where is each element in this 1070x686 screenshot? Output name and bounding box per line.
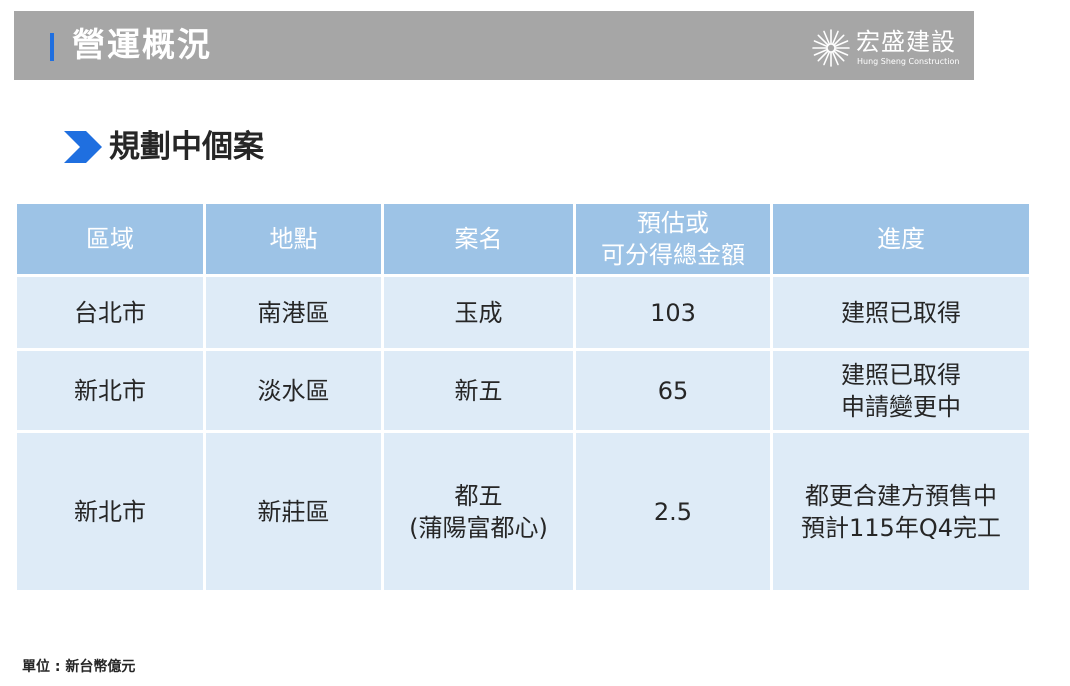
cell-text-line: 2.5 — [653, 497, 693, 526]
table-body: 台北市 南港區 玉成 103 建照已取得 新北市 淡水區 新五 65 建照已取得 申請變更中 新北市新… — [14, 274, 1032, 593]
cell-text-line: 建照已取得 — [841, 360, 961, 389]
section-title: 規劃中個案 — [109, 129, 264, 165]
header-accent-bar — [50, 33, 54, 61]
company-logo: 宏盛建設 Hung Sheng Construction — [810, 23, 960, 71]
header-text-line: 地點 — [269, 225, 318, 253]
cell-text-line: 申請變更中 — [841, 392, 961, 421]
cell-text-line: 南港區 — [257, 298, 330, 327]
cell-estimated-amount: 65 — [573, 348, 773, 433]
cell-region: 新北市 — [14, 348, 206, 433]
header-progress: 進度 — [770, 201, 1032, 277]
cell-project-name: 都五 (蒲陽富都心) — [381, 430, 576, 593]
header-text-line: 區域 — [86, 225, 134, 253]
cell-text-line: 都更合建方預售中 — [805, 481, 997, 510]
header-region: 區域 — [14, 201, 206, 277]
header-estimated-amount: 預估或 可分得總金額 — [573, 201, 773, 277]
sunburst-logo-icon — [812, 29, 850, 67]
cell-text-line: 台北市 — [74, 298, 146, 327]
cell-progress: 建照已取得 — [770, 274, 1032, 351]
cell-text-line: 65 — [657, 376, 689, 405]
table-row: 新北市 新莊區 都五 (蒲陽富都心) 2.5 都更合建方預售中 預計115年Q4完工 — [14, 430, 1032, 593]
cell-text-line: 都五 — [454, 481, 503, 510]
header-text-line: 進度 — [877, 225, 925, 253]
cell-progress: 建照已取得申請變更中 — [770, 348, 1032, 433]
cell-location: 新莊區 — [203, 430, 384, 593]
table-header-row: 區域 地點 案名 預估或可分得總金額 進度 — [14, 201, 1032, 277]
projects-table: 區域 地點 案名 預估或可分得總金額 進度 台北市 南港區 玉成 103 建照已取得新北市 淡水區… — [14, 201, 1032, 593]
logo-company-subtitle: Hung Sheng Construction — [857, 57, 960, 66]
unit-note: 單位 : 新台幣億元 — [22, 659, 136, 675]
cell-text-line: 新五 — [454, 376, 503, 405]
header-location: 地點 — [203, 201, 384, 277]
cell-project-name: 新五 — [381, 348, 576, 433]
cell-progress: 都更合建方預售中 預計115年Q4完工 — [770, 430, 1032, 593]
cell-text-line: 新北市 — [74, 376, 146, 405]
page-title: 營運概況 — [72, 25, 212, 64]
cell-estimated-amount: 103 — [573, 274, 773, 351]
chevron-right-icon — [64, 131, 102, 163]
cell-text-line: 建照已取得 — [841, 298, 961, 327]
cell-text-line: 新北市 — [74, 497, 146, 526]
cell-text-line: 玉成 — [454, 298, 503, 327]
header-text-line: 預估或 — [637, 209, 709, 237]
cell-text-line: 淡水區 — [257, 376, 330, 405]
table-row: 新北市 淡水區 新五 65 建照已取得申請變更中 — [14, 348, 1032, 433]
cell-region: 台北市 — [14, 274, 206, 351]
cell-text-line: 103 — [650, 298, 696, 327]
cell-text-line: 預計115年Q4完工 — [801, 513, 1001, 542]
header-text-line: 案名 — [454, 225, 503, 253]
cell-project-name: 玉成 — [381, 274, 576, 351]
cell-text-line: 新莊區 — [257, 497, 330, 526]
table-row: 台北市 南港區 玉成 103 建照已取得 — [14, 274, 1032, 351]
cell-text-line: (蒲陽富都心) — [409, 513, 548, 542]
header-project-name: 案名 — [381, 201, 576, 277]
header-text-line: 可分得總金額 — [601, 241, 745, 269]
cell-region: 新北市 — [14, 430, 206, 593]
cell-location: 南港區 — [203, 274, 384, 351]
cell-location: 淡水區 — [203, 348, 384, 433]
cell-estimated-amount: 2.5 — [573, 430, 773, 593]
header-bar: 營運概況 宏盛建設 Hung Sheng Construction — [14, 11, 974, 80]
logo-company-name: 宏盛建設 — [856, 28, 956, 56]
